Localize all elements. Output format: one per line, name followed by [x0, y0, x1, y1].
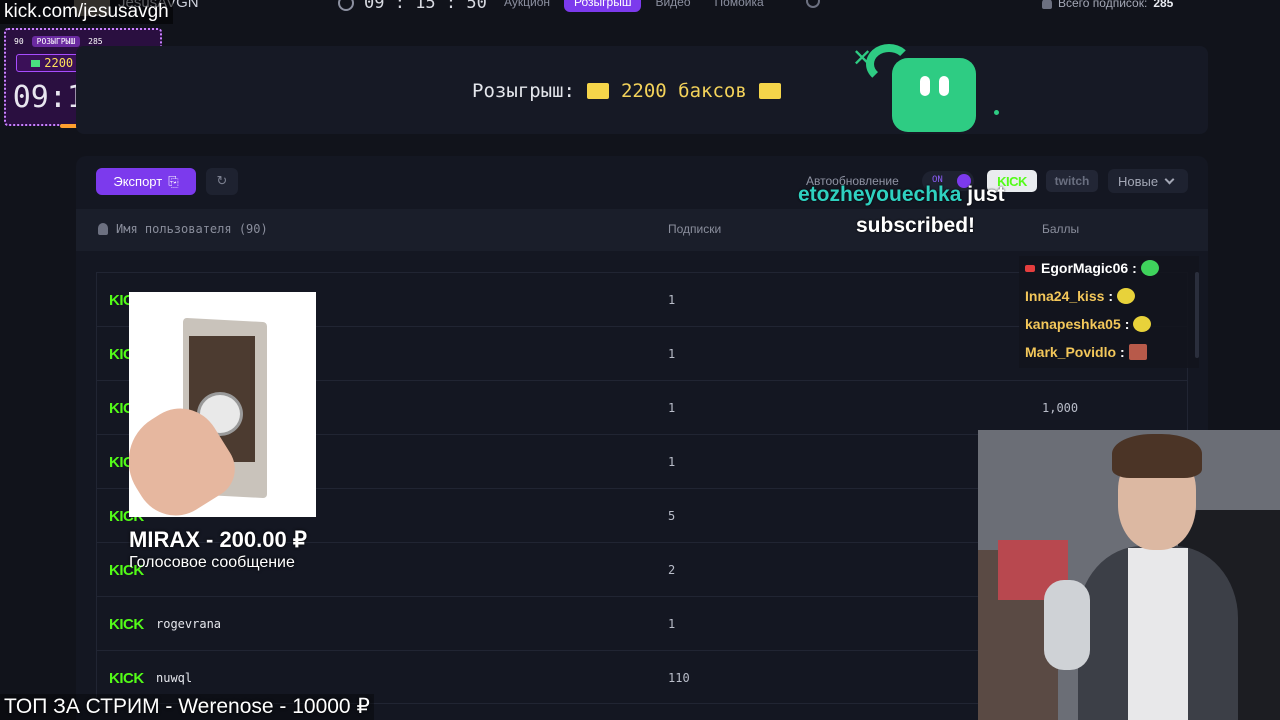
- export-icon: ⎘: [168, 173, 179, 189]
- chat-message: kanapeshka05 :: [1025, 316, 1152, 332]
- column-header-subs[interactable]: Подписки: [668, 222, 721, 236]
- row-subs: 1: [668, 617, 676, 631]
- row-subs: 2: [668, 563, 676, 577]
- chat-scrollbar[interactable]: [1195, 272, 1199, 358]
- tab-video[interactable]: Видео: [645, 0, 700, 12]
- export-button[interactable]: Экспорт ⎘: [96, 168, 196, 195]
- chat-badge-icon: [1025, 264, 1035, 272]
- sparkle-icon: ✕: [852, 44, 873, 72]
- emote-icon: [1128, 344, 1147, 360]
- nav-tabs: Аукцион Розыгрыш Видео Помойка: [494, 0, 774, 12]
- user-icon: [1042, 0, 1052, 9]
- mascot-eye: [939, 76, 949, 96]
- giveaway-amount: 2200 баксов: [620, 80, 747, 102]
- widget-tag: РОЗЫГРЫШ: [31, 36, 81, 47]
- kick-mascot-icon: [892, 58, 976, 132]
- money-icon: [31, 60, 41, 67]
- clock-text: 09 : 15 : 50: [364, 0, 487, 13]
- kick-platform-badge: KICK: [109, 670, 144, 687]
- giveaway-title: Розыгрыш: 2200 баксов: [472, 80, 781, 102]
- row-subs: 110: [668, 671, 690, 685]
- emote-icon: [1117, 288, 1136, 304]
- money-icon: [586, 83, 609, 99]
- row-subs: 5: [668, 509, 676, 523]
- chat-message: Inna24_kiss :: [1025, 288, 1136, 304]
- mascot-dot: [994, 110, 999, 115]
- chat-separator: :: [1132, 260, 1137, 276]
- donation-title: MIRAX - 200.00 ₽: [129, 527, 307, 552]
- subs-total-count: 285: [1153, 0, 1174, 10]
- sort-select[interactable]: Новые: [1108, 169, 1188, 193]
- chat-username: EgorMagic06: [1041, 260, 1129, 276]
- chat-username: Inna24_kiss: [1025, 288, 1105, 304]
- chat-username: kanapeshka05: [1025, 316, 1121, 332]
- webcam-person-hair: [1112, 434, 1202, 478]
- emote-icon: [1133, 316, 1152, 332]
- tab-giveaway[interactable]: Розыгрыш: [564, 0, 642, 12]
- widget-left-count: 90: [14, 37, 24, 46]
- sub-alert-just: just: [967, 183, 1005, 206]
- row-subs: 1: [668, 455, 676, 469]
- column-header-user-label: Имя пользователя (90): [116, 222, 268, 236]
- user-icon: [98, 223, 108, 235]
- emote-icon: [1140, 260, 1159, 276]
- row-subs: 1: [668, 401, 676, 415]
- row-subs: 1: [668, 347, 676, 361]
- sub-alert-username: etozheyouechka just: [798, 183, 1005, 207]
- mascot-eye: [920, 76, 930, 96]
- donation-subtitle: Голосовое сообщение: [129, 554, 295, 571]
- nav-clock: 09 : 15 : 50: [338, 0, 487, 13]
- refresh-icon: ↻: [216, 174, 228, 189]
- column-header-points[interactable]: Баллы: [1042, 222, 1079, 236]
- column-header-user[interactable]: Имя пользователя (90): [98, 222, 268, 236]
- widget-right-count: 285: [88, 37, 103, 46]
- row-username: rogevrana: [156, 617, 222, 631]
- chat-separator: :: [1108, 288, 1114, 304]
- webcam-person-shirt: [1128, 548, 1188, 720]
- tab-trash[interactable]: Помойка: [705, 0, 774, 12]
- chat-separator: :: [1120, 344, 1125, 360]
- export-label: Экспорт: [113, 174, 163, 189]
- chat-overlay: EgorMagic06 : Inna24_kiss : kanapeshka05…: [1019, 256, 1199, 368]
- donation-image: [129, 292, 316, 517]
- money-icon: [758, 83, 781, 99]
- subs-total: Всего подписок: 285: [1042, 0, 1173, 10]
- gear-icon[interactable]: [806, 0, 820, 8]
- kick-platform-badge: KICK: [109, 616, 144, 633]
- clock-icon: [338, 0, 354, 11]
- webcam-feed: [978, 430, 1280, 720]
- chevron-down-icon: [1164, 174, 1175, 185]
- webcam-microphone: [1044, 580, 1090, 670]
- sub-alert-name: etozheyouechka: [798, 183, 962, 206]
- tab-auction[interactable]: Аукцион: [494, 0, 560, 12]
- row-subs: 1: [668, 293, 676, 307]
- top-nav: JesusAVGN 09 : 15 : 50 Аукцион Розыгрыш …: [0, 0, 1280, 20]
- sub-alert-text: subscribed!: [856, 214, 976, 237]
- subs-total-label: Всего подписок:: [1058, 0, 1148, 10]
- giveaway-label: Розыгрыш:: [472, 80, 575, 102]
- kick-link-overlay: kick.com/jesusavgh: [0, 0, 173, 24]
- chat-separator: :: [1124, 316, 1130, 332]
- top-donation-ticker: ТОП ЗА СТРИМ - Werenose - 10000 ₽: [0, 694, 374, 720]
- sort-value: Новые: [1118, 173, 1159, 189]
- chat-message: Mark_Povidlo :: [1025, 344, 1147, 360]
- chat-username: Mark_Povidlo: [1025, 344, 1117, 360]
- refresh-button[interactable]: ↻: [206, 168, 238, 195]
- row-username: nuwql: [156, 671, 193, 685]
- filter-twitch-button[interactable]: twitch: [1046, 170, 1098, 192]
- chat-message: EgorMagic06 :: [1025, 260, 1159, 276]
- row-points: 1,000: [1042, 401, 1079, 415]
